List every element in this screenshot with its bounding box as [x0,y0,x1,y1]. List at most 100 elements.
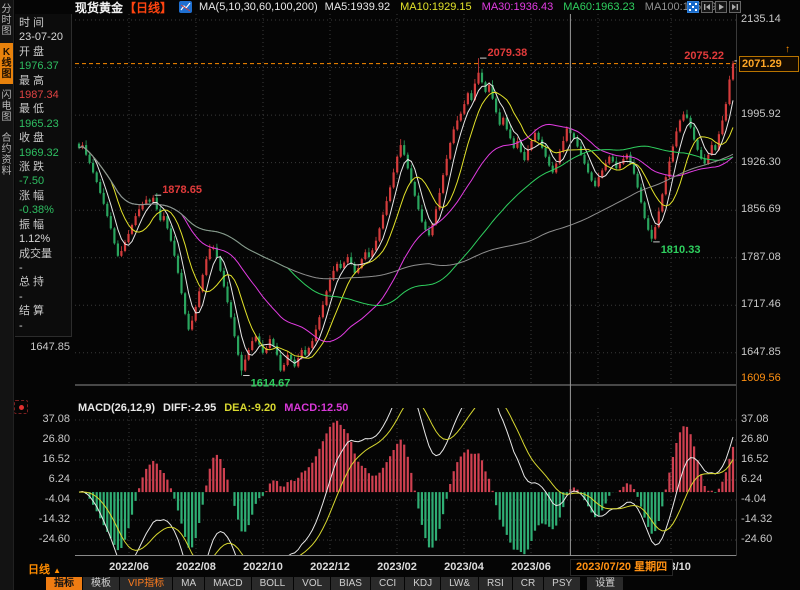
side-tab-lightning[interactable]: 闪电图 [0,86,13,127]
price-annotation: 1614.67 [251,378,291,390]
quote-label: 振 幅 [19,218,71,232]
toolbar-tab-rsi[interactable]: RSI [479,577,512,590]
quote-value: -7.50 [19,174,71,188]
y-axis-label: 2135.14 [741,13,796,25]
price-annotation: 1810.33 [661,244,701,256]
app-window: 分时图 K线图闪电图合约资料 现货黄金 【日线】 MA(5,10,30,60,10… [0,0,800,590]
quote-value: - [19,261,71,275]
y-axis-label: 1787.08 [741,251,796,263]
indicator-toolbar: 指标模板VIP指标MAMACDBOLLVOLBIASCCIKDJLW&RSICR… [46,577,623,590]
x-axis-label: 2023/02 [377,561,417,573]
quote-label: 开 盘 [19,45,71,59]
toolbar-tab-ma[interactable]: MA [173,577,204,590]
macd-diff-value: DIFF:-2.95 [163,402,216,414]
side-tab-kline[interactable]: K线图 [0,43,13,84]
quote-value: 1976.37 [19,59,71,73]
toolbar-tab-templates[interactable]: 模板 [83,577,119,590]
price-annotation: 2079.38 [488,47,528,59]
quote-value: - [19,319,71,333]
quote-panel: 时 间23-07-20开 盘1976.37最 高1987.34最 低1965.2… [15,14,72,337]
ma-value: MA30:1936.43 [482,1,554,13]
toolbar-tab-settings[interactable]: 设置 [587,577,623,590]
toolbar-tab-lwr[interactable]: LW& [441,577,478,590]
macd-dea-value: DEA:-9.20 [224,402,276,414]
header-icons [687,1,741,13]
chart-type-icon [179,1,192,13]
quote-value: 23-07-20 [19,30,71,44]
ma-value: MA5:1939.92 [325,1,390,13]
toolbar-tab-cci[interactable]: CCI [371,577,404,590]
quote-label: 最 低 [19,102,71,116]
play-icon[interactable] [715,1,727,13]
macd-axis-label: -4.04 [20,493,70,505]
macd-axis-label: 26.80 [20,433,70,445]
toolbar-tab-vip[interactable]: VIP指标 [120,577,172,590]
side-tab-contract[interactable]: 合约资料 [0,129,13,181]
quote-label: 涨 幅 [19,189,71,203]
macd-axis-label: 16.52 [741,453,796,465]
quote-label: 成交量 [19,247,71,261]
quote-label: 结 算 [19,304,71,318]
macd-axis-label: 6.24 [20,473,70,485]
quote-label: 涨 跌 [19,160,71,174]
toolbar-tab-bias[interactable]: BIAS [331,577,370,590]
y-axis-bottom-label: 1609.56 [741,372,796,384]
chart-canvas[interactable]: 2079.382075.221878.651810.331614.67 [75,14,737,556]
left-axis-label: 1647.85 [20,341,70,353]
y-axis-label: 1856.69 [741,203,796,215]
crosshair-date-box: 2023/07/20 星期四 [570,559,673,576]
macd-axis-label: 37.08 [20,413,70,425]
quote-value: 1965.23 [19,117,71,131]
candles-layer [78,58,734,375]
macd-axis-label: 37.08 [741,413,796,425]
layout-grid-icon[interactable] [687,1,699,13]
quote-value: -0.38% [19,203,71,217]
toolbar-tab-psy[interactable]: PSY [544,577,580,590]
ma-lines [79,83,733,363]
macd-dea-line [79,395,733,556]
macd-macd-value: MACD:12.50 [284,402,348,414]
side-tab-strip: 分时图 K线图闪电图合约资料 [0,0,14,590]
ma-value: MA10:1929.15 [400,1,472,13]
current-price-label: 2071.29 [739,56,799,72]
macd-axis-label: -14.32 [741,513,796,525]
triangle-up-icon: ▲ [53,566,61,575]
quote-value: - [19,290,71,304]
toolbar-tab-cr[interactable]: CR [513,577,543,590]
macd-axis-label: -4.04 [741,493,796,505]
macd-axis-label: -24.60 [741,533,796,545]
chart-header: 现货黄金 【日线】 MA(5,10,30,60,100,200) MA5:193… [75,0,716,14]
y-axis-label: 1926.30 [741,156,796,168]
x-axis-label: 2023/04 [444,561,484,573]
period-label[interactable]: 日线 ▲ [28,561,61,577]
toolbar-tab-boll[interactable]: BOLL [252,577,294,590]
toolbar-tab-indicators[interactable]: 指标 [46,577,82,590]
toolbar-tab-macd[interactable]: MACD [205,577,250,590]
kline-chart[interactable]: 2079.382075.221878.651810.331614.67 [75,14,737,556]
macd-axis-label: 26.80 [741,433,796,445]
x-axis-label: 2023/06 [511,561,551,573]
x-axis-label: 2022/08 [176,561,216,573]
ma-values: MA5:1939.92MA10:1929.15MA30:1936.43MA60:… [325,1,717,13]
macd-axis-label: 16.52 [20,453,70,465]
quote-label: 最 高 [19,74,71,88]
macd-header: MACD(26,12,9) DIFF:-2.95 DEA:-9.20 MACD:… [78,402,348,414]
y-axis-label: 1717.46 [741,298,796,310]
x-axis-label: 2022/12 [310,561,350,573]
macd-axis-label: 6.24 [741,473,796,485]
toolbar-tab-vol[interactable]: VOL [294,577,330,590]
macd-title: MACD(26,12,9) [78,402,155,414]
y-axis-label: 1647.85 [741,346,796,358]
side-tab-time-share[interactable]: 分时图 [0,0,13,41]
macd-axis-label: -14.32 [20,513,70,525]
x-axis-label: 2022/10 [243,561,283,573]
indicator-marker-icon[interactable] [14,400,28,414]
price-up-arrow-icon: ↑ [785,44,790,55]
step-back-icon[interactable] [701,1,713,13]
toolbar-tab-kdj[interactable]: KDJ [405,577,440,590]
macd-axis-label: -24.60 [20,533,70,545]
ma-params: MA(5,10,30,60,100,200) [199,1,318,13]
step-forward-icon[interactable] [729,1,741,13]
y-axis-label: 1995.92 [741,108,796,120]
quote-label: 时 间 [19,16,71,30]
